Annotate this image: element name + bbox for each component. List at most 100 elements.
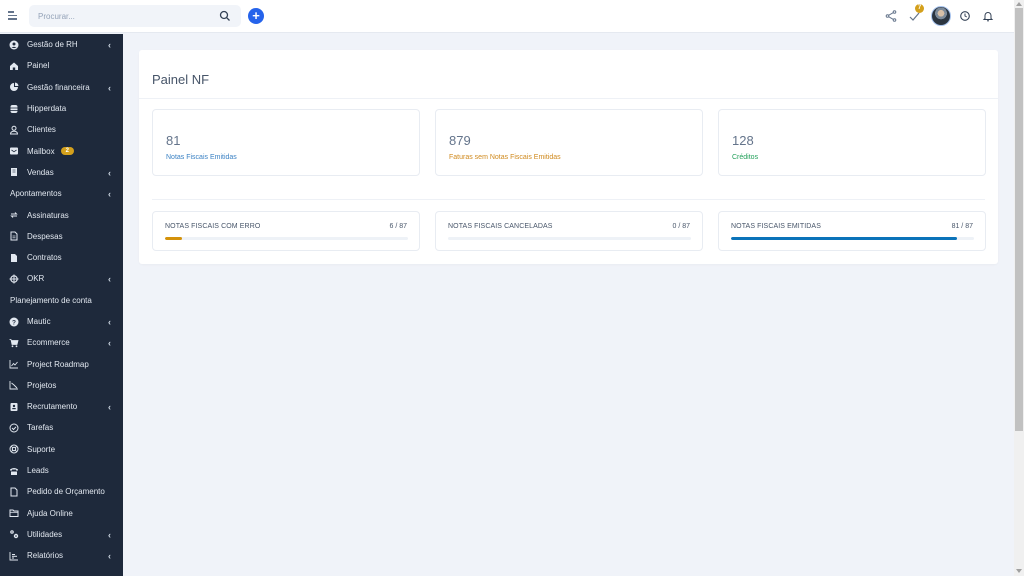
- sidebar-item-gestao-financeira[interactable]: Gestão financeira ‹: [0, 77, 123, 98]
- progress-fill: [731, 237, 958, 240]
- sidebar-item-gestao-de-rh[interactable]: Gestão de RH ‹: [0, 34, 123, 55]
- menu-icon[interactable]: [8, 11, 18, 21]
- sidebar-item-assinaturas[interactable]: Assinaturas: [0, 204, 123, 225]
- receipt-icon: [9, 167, 19, 177]
- chevron-left-icon[interactable]: ‹: [108, 40, 111, 50]
- sidebar: Gestão de RH ‹ Painel Gestão financeira ‹ Hip…: [0, 34, 123, 576]
- bar-chart-icon: [9, 551, 19, 561]
- avatar[interactable]: [931, 6, 951, 26]
- chevron-left-icon[interactable]: ‹: [108, 530, 111, 540]
- progress-fill: [165, 237, 182, 240]
- sidebar-item-vendas[interactable]: Vendas ‹: [0, 162, 123, 183]
- sidebar-item-label: Assinaturas: [27, 210, 69, 220]
- chevron-left-icon[interactable]: ‹: [108, 402, 111, 412]
- scroll-down-arrow-icon[interactable]: [1016, 569, 1022, 573]
- bell-icon[interactable]: [980, 8, 996, 24]
- chevron-left-icon[interactable]: ‹: [108, 274, 111, 284]
- sidebar-item-label: Suporte: [27, 444, 56, 454]
- add-button[interactable]: +: [248, 8, 264, 24]
- stat-label[interactable]: Faturas sem Notas Fiscais Emitidas: [449, 154, 561, 161]
- sidebar-item-relatorios[interactable]: Relatórios ‹: [0, 545, 123, 566]
- sidebar-item-label: Pedido de Orçamento: [27, 487, 105, 497]
- scroll-thumb[interactable]: [1015, 8, 1023, 431]
- tasks-badge: 7: [915, 4, 924, 13]
- scroll-up-arrow-icon[interactable]: [1016, 2, 1022, 6]
- sidebar-item-suporte[interactable]: Suporte: [0, 439, 123, 460]
- sidebar-item-label: Vendas: [27, 167, 54, 177]
- progress-count: 6 / 87: [389, 223, 407, 230]
- chevron-left-icon[interactable]: ‹: [108, 317, 111, 327]
- sidebar-item-ajuda-online[interactable]: Ajuda Online: [0, 503, 123, 524]
- home-icon: [9, 61, 19, 71]
- stat-label[interactable]: Notas Fiscais Emitidas: [166, 154, 237, 161]
- sidebar-item-label: Despesas: [27, 231, 63, 241]
- user-circle-icon: [9, 40, 19, 50]
- sidebar-item-label: Tarefas: [27, 423, 54, 433]
- sidebar-item-label: Hipperdata: [27, 104, 67, 114]
- sidebar-item-hipperdata[interactable]: Hipperdata: [0, 98, 123, 119]
- chevron-left-icon[interactable]: ‹: [108, 189, 111, 199]
- sidebar-item-ecommerce[interactable]: Ecommerce ‹: [0, 332, 123, 353]
- sidebar-item-despesas[interactable]: Despesas: [0, 226, 123, 247]
- page-scrollbar[interactable]: [1014, 0, 1024, 576]
- sidebar-item-leads[interactable]: Leads: [0, 460, 123, 481]
- progress-track: [731, 237, 974, 240]
- sidebar-item-label: Projetos: [27, 380, 57, 390]
- progress-label: NOTAS FISCAIS CANCELADAS: [448, 223, 553, 230]
- chevron-left-icon[interactable]: ‹: [108, 551, 111, 561]
- stat-label[interactable]: Créditos: [732, 154, 758, 161]
- sidebar-item-apontamentos[interactable]: Apontamentos ‹: [0, 183, 123, 204]
- sidebar-item-label: Painel: [27, 61, 50, 71]
- clock-icon[interactable]: [957, 8, 973, 24]
- mailbox-count-badge: 2: [60, 147, 74, 156]
- sidebar-item-painel[interactable]: Painel: [0, 55, 123, 76]
- file-icon: [9, 253, 19, 263]
- sidebar-item-label: Mailbox: [27, 146, 55, 156]
- sidebar-item-label: Utilidades: [27, 529, 63, 539]
- sidebar-item-planejamento-de-conta[interactable]: Planejamento de conta: [0, 290, 123, 311]
- cogs-icon: [9, 529, 19, 539]
- sidebar-item-label: Ajuda Online: [27, 508, 73, 518]
- sidebar-item-label: Mautic: [27, 317, 51, 326]
- sidebar-item-label: Leads: [27, 466, 49, 476]
- search-input[interactable]: [29, 5, 209, 27]
- svg-text:?: ?: [12, 319, 16, 326]
- sidebar-item-clientes[interactable]: Clientes: [0, 119, 123, 140]
- chevron-left-icon[interactable]: ‹: [108, 168, 111, 178]
- progress-card-emitidas: NOTAS FISCAIS EMITIDAS 81 / 87: [718, 211, 986, 251]
- sidebar-item-label: Contratos: [27, 253, 62, 263]
- sidebar-item-label: Gestão de RH: [27, 40, 78, 50]
- help-circle-icon: ?: [9, 317, 19, 327]
- sidebar-item-projetos[interactable]: Projetos: [0, 375, 123, 396]
- stat-value: 128: [732, 133, 754, 148]
- sidebar-item-mailbox[interactable]: Mailbox 2: [0, 140, 123, 161]
- folder-icon: [9, 508, 19, 518]
- progress-track: [448, 237, 691, 240]
- search-box: [29, 5, 241, 27]
- tasks-button[interactable]: 7: [907, 4, 924, 24]
- sidebar-item-tarefas[interactable]: Tarefas: [0, 417, 123, 438]
- search-icon[interactable]: [219, 10, 231, 22]
- chevron-left-icon[interactable]: ‹: [108, 338, 111, 348]
- sidebar-item-project-roadmap[interactable]: Project Roadmap: [0, 353, 123, 374]
- line-chart-icon: [9, 359, 19, 369]
- progress-count: 0 / 87: [672, 223, 690, 230]
- sidebar-item-label: Relatórios: [27, 551, 64, 561]
- sidebar-item-utilidades[interactable]: Utilidades ‹: [0, 524, 123, 545]
- mail-icon: [9, 146, 19, 156]
- id-card-icon: [9, 402, 19, 412]
- sidebar-item-pedido-de-orcamento[interactable]: Pedido de Orçamento: [0, 481, 123, 502]
- file-text-icon: [9, 231, 19, 241]
- chevron-left-icon[interactable]: ‹: [108, 83, 111, 93]
- stat-value: 81: [166, 133, 181, 148]
- stat-value: 879: [449, 133, 471, 148]
- sidebar-item-label: Recrutamento: [27, 402, 78, 412]
- user-icon: [9, 125, 19, 135]
- progress-label: NOTAS FISCAIS EMITIDAS: [731, 223, 821, 230]
- sidebar-item-contratos[interactable]: Contratos: [0, 247, 123, 268]
- progress-card-com-erro: NOTAS FISCAIS COM ERRO 6 / 87: [152, 211, 420, 251]
- share-icon[interactable]: [883, 8, 899, 24]
- sidebar-item-okr[interactable]: OKR ‹: [0, 268, 123, 289]
- sidebar-item-mautic[interactable]: ? Mautic ‹: [0, 311, 123, 332]
- sidebar-item-recrutamento[interactable]: Recrutamento ‹: [0, 396, 123, 417]
